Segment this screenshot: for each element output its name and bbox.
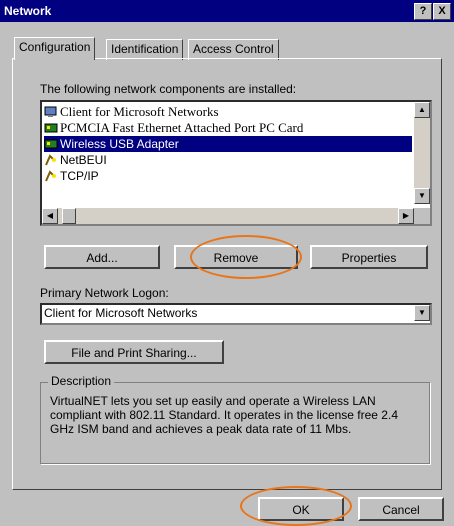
chevron-down-icon[interactable]: ▼ [414, 305, 430, 321]
components-list[interactable]: Client for Microsoft Networks PCMCIA Fas… [40, 100, 432, 226]
file-print-sharing-button[interactable]: File and Print Sharing... [44, 340, 224, 364]
logon-label: Primary Network Logon: [40, 286, 169, 300]
protocol-icon [44, 170, 58, 182]
list-item[interactable]: PCMCIA Fast Ethernet Attached Port PC Ca… [44, 120, 303, 136]
scroll-corner [414, 208, 430, 224]
list-item[interactable]: TCP/IP [44, 168, 99, 184]
horizontal-scrollbar[interactable]: ◀ ▶ [42, 208, 414, 224]
tab-identification[interactable]: Identification [106, 39, 184, 60]
tab-access-control[interactable]: Access Control [188, 39, 279, 60]
logon-select-value: Client for Microsoft Networks [44, 306, 198, 320]
components-heading: The following network components are ins… [40, 82, 297, 96]
scroll-down-icon[interactable]: ▼ [414, 188, 430, 204]
logon-select[interactable]: Client for Microsoft Networks ▼ [40, 303, 432, 325]
adapter-icon [44, 138, 58, 150]
description-label: Description [48, 374, 115, 388]
help-button[interactable]: ? [414, 3, 432, 20]
highlight-ellipse-ok [240, 486, 352, 526]
client-icon [44, 106, 58, 118]
description-text: VirtualNET lets you set up easily and op… [50, 394, 398, 436]
cancel-button[interactable]: Cancel [358, 497, 444, 521]
title-bar: Network ? X [0, 0, 454, 22]
close-button[interactable]: X [433, 3, 451, 20]
window-title: Network [4, 4, 52, 18]
scroll-left-icon[interactable]: ◀ [42, 208, 58, 224]
properties-button[interactable]: Properties [310, 245, 428, 269]
highlight-ellipse-remove [190, 235, 302, 279]
list-item[interactable]: NetBEUI [44, 152, 107, 168]
protocol-icon [44, 154, 58, 166]
list-item[interactable]: Client for Microsoft Networks [44, 104, 219, 120]
add-button[interactable]: Add... [44, 245, 160, 269]
list-item-selected[interactable]: Wireless USB Adapter [44, 136, 412, 152]
adapter-icon [44, 122, 58, 134]
scroll-right-icon[interactable]: ▶ [398, 208, 414, 224]
vertical-scrollbar[interactable]: ▲ ▼ [414, 102, 430, 204]
tab-configuration[interactable]: Configuration [14, 37, 96, 60]
scroll-thumb[interactable] [62, 208, 76, 224]
scroll-up-icon[interactable]: ▲ [414, 102, 430, 118]
network-dialog: Network ? X Configuration Identification… [0, 0, 454, 526]
